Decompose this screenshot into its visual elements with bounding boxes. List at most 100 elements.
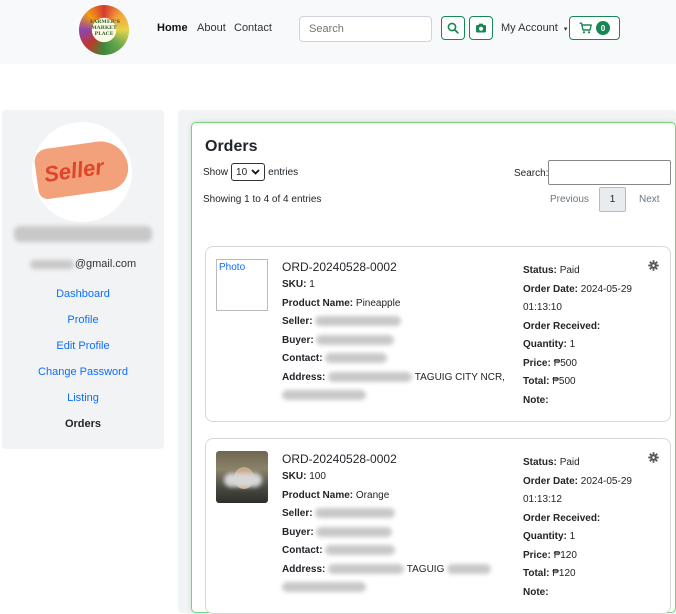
table-search-input[interactable] (548, 160, 671, 185)
order-details: ORD-20240528-0002 SKU: 100 Product Name:… (282, 451, 507, 598)
search-icon (447, 22, 459, 34)
product-label: Product Name: (282, 297, 354, 309)
nav-contact[interactable]: Contact (234, 22, 272, 34)
total-label: Total: (523, 376, 550, 387)
camera-button[interactable] (469, 16, 493, 40)
order-date: 2024-05-29 (580, 475, 632, 487)
table-search-label: Search: (514, 168, 549, 179)
show-label: Show (203, 166, 229, 178)
price-label: Price: (523, 357, 551, 369)
nav-about[interactable]: About (197, 22, 226, 34)
order-card: ORD-20240528-0002 SKU: 100 Product Name:… (205, 438, 671, 614)
sidebar-item-profile[interactable]: Profile (2, 314, 164, 326)
contact-label: Contact: (282, 545, 323, 556)
contact-redacted (325, 545, 396, 556)
address-visible: TAGUIG (406, 563, 445, 575)
status-label: Status: (523, 457, 557, 468)
sku-value: 1 (309, 279, 315, 290)
total-value: ₱500 (552, 376, 576, 387)
total-label: Total: (523, 568, 550, 579)
sidebar-item-edit-profile[interactable]: Edit Profile (2, 340, 164, 352)
product-name: Pineapple (355, 297, 401, 309)
search-input[interactable] (299, 16, 432, 42)
order-time: 01:13:10 (523, 302, 562, 313)
chevron-down-icon (251, 169, 260, 175)
address-label: Address: (282, 563, 326, 575)
sku-label: SKU: (282, 471, 307, 482)
cart-count-badge: 0 (596, 21, 610, 35)
sku-value: 100 (309, 471, 326, 482)
entries-select[interactable]: 10 (231, 163, 266, 181)
status-value: Paid (559, 265, 580, 276)
order-card: Photo ORD-20240528-0002 SKU: 1 Product N… (205, 246, 671, 422)
price-value: ₱500 (553, 357, 577, 369)
entries-length-control: Show 10 entries (203, 163, 298, 181)
price-value: ₱120 (553, 549, 577, 561)
quantity-value: 1 (569, 531, 576, 542)
address-label: Address: (282, 371, 326, 383)
my-account-dropdown[interactable]: My Account ▾ (501, 22, 567, 34)
status-label: Status: (523, 265, 557, 276)
sku-label: SKU: (282, 279, 307, 290)
note-label: Note: (523, 586, 549, 598)
address-line2-redacted (282, 390, 366, 401)
avatar: Seller (32, 122, 132, 222)
quantity-value: 1 (569, 339, 576, 350)
address-visible: TAGUIG CITY NCR, (414, 371, 505, 383)
nav-home[interactable]: Home (157, 22, 188, 34)
search-button[interactable] (441, 16, 465, 40)
address-redacted-2 (447, 563, 492, 574)
buyer-label: Buyer: (282, 526, 314, 538)
buyer-redacted (316, 526, 393, 537)
order-received-label: Order Received: (523, 320, 601, 332)
sidebar-item-change-password[interactable]: Change Password (2, 366, 164, 378)
order-date: 2024-05-29 (580, 283, 632, 295)
gear-icon[interactable] (648, 260, 659, 271)
pagination-page-1[interactable]: 1 (599, 187, 626, 212)
orders-panel: Orders Show 10 entries Search: Showing 1… (191, 122, 676, 614)
order-date-label: Order Date: (523, 475, 579, 487)
product-name: Orange (355, 489, 390, 501)
sidebar-item-listing[interactable]: Listing (2, 392, 164, 404)
order-details: ORD-20240528-0002 SKU: 1 Product Name: P… (282, 259, 507, 406)
note-label: Note: (523, 394, 549, 406)
status-value: Paid (559, 457, 580, 468)
cart-icon (579, 22, 592, 34)
site-logo[interactable]: FARMER'S MARKET PLACE (79, 5, 129, 55)
email-domain: @gmail.com (74, 258, 137, 270)
seller-label: Seller: (282, 508, 313, 519)
quantity-label: Quantity: (523, 531, 567, 542)
pagination-next[interactable]: Next (639, 194, 660, 205)
entries-label: entries (268, 166, 299, 178)
price-label: Price: (523, 549, 551, 561)
user-name-redacted (14, 226, 152, 242)
order-id: ORD-20240528-0002 (282, 452, 397, 466)
logo-text: FARMER'S MARKET PLACE (90, 19, 120, 37)
contact-redacted (325, 353, 388, 364)
order-time: 01:13:12 (523, 494, 562, 505)
total-value: ₱120 (552, 568, 576, 579)
gear-icon[interactable] (648, 452, 659, 463)
seller-label: Seller: (282, 316, 313, 327)
order-id: ORD-20240528-0002 (282, 260, 397, 274)
sidebar-item-dashboard[interactable]: Dashboard (2, 288, 164, 300)
entries-value: 10 (236, 166, 248, 178)
product-photo (216, 451, 268, 503)
order-status: Status: Paid Order Date: 2024-05-29 01:1… (523, 262, 648, 410)
buyer-redacted (316, 334, 395, 345)
user-email: @gmail.com (2, 258, 164, 270)
address-redacted (328, 563, 405, 574)
table-info: Showing 1 to 4 of 4 entries (203, 194, 322, 205)
camera-icon (476, 23, 486, 33)
pagination-previous[interactable]: Previous (550, 194, 589, 205)
seller-redacted (315, 508, 396, 519)
cart-button[interactable]: 0 (569, 16, 620, 40)
caret-down-icon: ▾ (563, 26, 568, 33)
main-content: Orders Show 10 entries Search: Showing 1… (178, 110, 676, 614)
seller-redacted (315, 316, 402, 327)
sidebar-item-orders[interactable]: Orders (2, 418, 164, 430)
my-account-label: My Account (501, 22, 558, 34)
contact-label: Contact: (282, 353, 323, 364)
top-navbar: FARMER'S MARKET PLACE Home About Contact… (0, 0, 676, 64)
quantity-label: Quantity: (523, 339, 567, 350)
